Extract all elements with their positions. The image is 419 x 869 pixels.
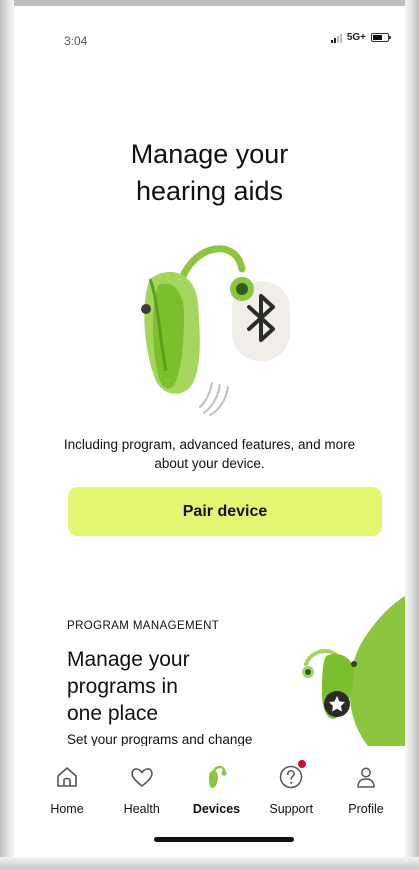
status-indicators: 5G+ <box>330 32 391 43</box>
tab-label: Devices <box>192 802 241 816</box>
home-indicator[interactable] <box>154 837 294 842</box>
tab-label: Health <box>123 802 160 816</box>
card-title: Manage your programs in one place <box>67 646 257 727</box>
tab-label: Home <box>50 802 84 816</box>
tab-health[interactable]: Health <box>111 746 173 826</box>
tab-label: Profile <box>348 802 384 816</box>
app-screen: 3:04 5G+ Manage your hearing aids Includ… <box>14 6 405 857</box>
signal-icon <box>330 33 342 43</box>
tab-profile[interactable]: Profile <box>335 746 397 826</box>
hearing-aid-icon <box>208 765 227 789</box>
network-type: 5G+ <box>346 32 366 43</box>
tab-label: Support <box>269 802 314 816</box>
card-title-line: one place <box>67 702 159 725</box>
device-frame-left <box>0 0 14 869</box>
program-illustration <box>302 596 405 746</box>
home-icon <box>57 767 77 787</box>
hearing-aid-bluetooth-illustration <box>141 245 290 416</box>
card-title-line: Manage your <box>67 648 190 671</box>
support-notification-badge <box>298 760 307 768</box>
tab-support[interactable]: Support <box>260 746 322 826</box>
hero-title-line: hearing aids <box>135 176 284 206</box>
card-description: Set your programs and change <box>67 732 253 746</box>
tab-devices[interactable]: Devices <box>186 746 248 826</box>
device-frame-bottom <box>0 857 419 869</box>
program-management-card[interactable]: PROGRAM MANAGEMENT Manage your programs … <box>14 596 405 746</box>
status-time: 3:04 <box>64 34 88 48</box>
hero-title: Manage your hearing aids <box>14 136 405 210</box>
hero-title-line: Manage your <box>130 139 289 169</box>
device-frame-right <box>405 0 419 869</box>
bottom-tab-bar: Home Health Devices Support Profile <box>14 746 405 826</box>
person-icon <box>357 767 375 788</box>
green-shape <box>349 596 405 746</box>
card-title-line: programs in <box>67 675 178 698</box>
status-bar: 3:04 5G+ <box>14 6 405 48</box>
heart-icon <box>131 768 153 787</box>
tab-home[interactable]: Home <box>36 746 98 826</box>
battery-icon <box>371 33 391 42</box>
pair-device-button[interactable]: Pair device <box>68 487 382 536</box>
card-eyebrow: PROGRAM MANAGEMENT <box>67 620 220 632</box>
hero-description: Including program, advanced features, an… <box>63 437 356 471</box>
